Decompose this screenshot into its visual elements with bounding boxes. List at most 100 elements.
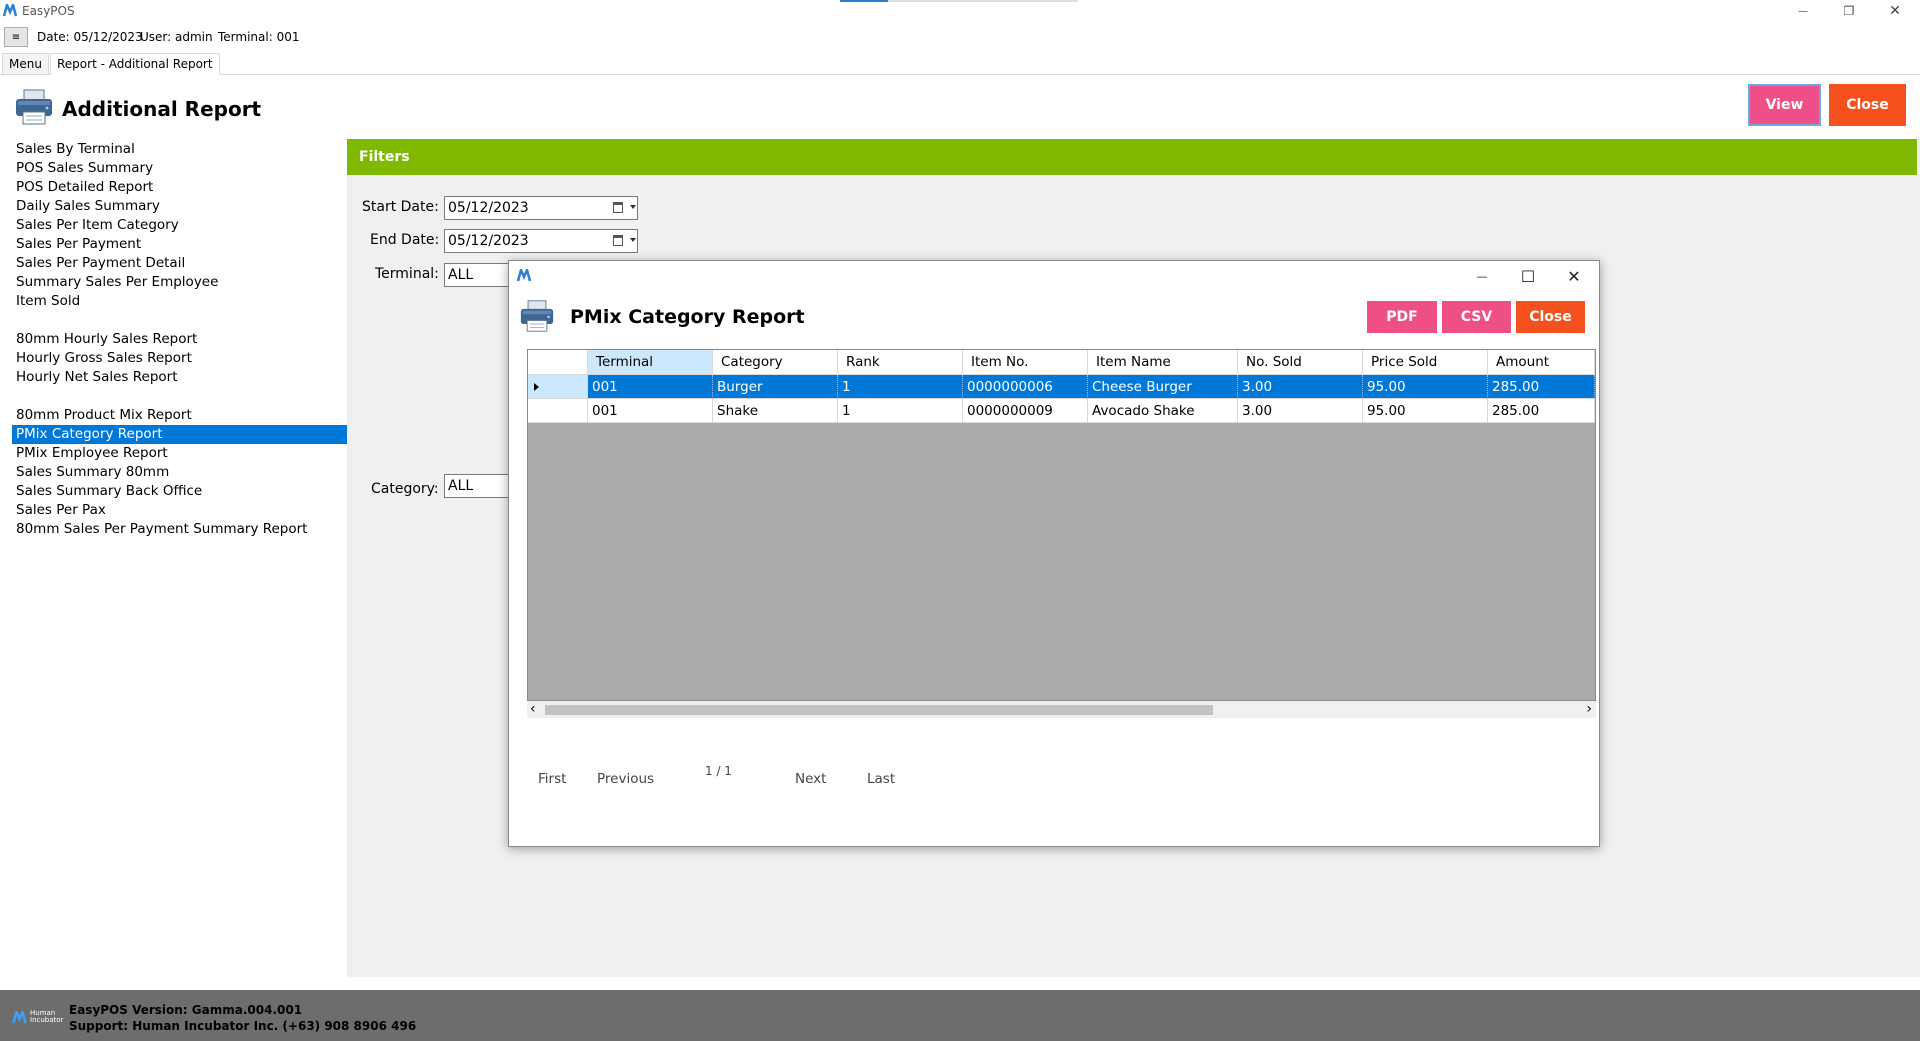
dialog-minimize-button[interactable]: —	[1459, 261, 1505, 291]
pager-previous[interactable]: Previous	[597, 771, 654, 787]
start-date-label: Start Date:	[362, 199, 439, 215]
cell-rank[interactable]: 1	[838, 399, 963, 423]
hamburger-icon: ≡	[11, 31, 21, 43]
dialog-close-action-button[interactable]: Close	[1516, 301, 1585, 333]
printer-icon	[16, 89, 52, 125]
report-item-sales-per-payment[interactable]: Sales Per Payment	[12, 235, 347, 254]
column-header-category[interactable]: Category	[713, 350, 838, 375]
close-icon: ✕	[1567, 266, 1581, 286]
scroll-left-icon[interactable]: ‹	[530, 701, 536, 717]
start-date-picker[interactable]: 05/12/2023	[444, 196, 638, 220]
menu-toggle-button[interactable]: ≡	[4, 27, 28, 47]
row-header[interactable]	[528, 399, 588, 423]
report-item-pos-detailed-report[interactable]: POS Detailed Report	[12, 178, 347, 197]
report-item-sales-per-item-category[interactable]: Sales Per Item Category	[12, 216, 347, 235]
minimize-icon: —	[1476, 269, 1488, 283]
pmix-category-report-dialog: — ☐ ✕ PMix Category Report PDF CSV Close…	[508, 260, 1600, 847]
report-item-sales-per-payment-detail[interactable]: Sales Per Payment Detail	[12, 254, 347, 273]
dialog-maximize-button[interactable]: ☐	[1505, 261, 1551, 291]
logo-text-line-2: Incubator	[30, 1016, 64, 1024]
pager-first[interactable]: First	[538, 771, 566, 787]
horizontal-scrollbar[interactable]: ‹ ›	[527, 701, 1596, 718]
report-item-summary-sales-per-employee[interactable]: Summary Sales Per Employee	[12, 273, 347, 292]
cell-category[interactable]: Burger	[713, 375, 838, 399]
cell-rank[interactable]: 1	[838, 375, 963, 399]
cell-terminal[interactable]: 001	[588, 399, 713, 423]
column-header-price-sold[interactable]: Price Sold	[1363, 350, 1488, 375]
pager-page-indicator: 1 / 1	[705, 764, 732, 778]
report-item-sales-by-terminal[interactable]: Sales By Terminal	[12, 140, 347, 159]
cell-price-sold[interactable]: 95.00	[1363, 399, 1488, 423]
pager-last[interactable]: Last	[867, 771, 895, 787]
report-item-sales-per-pax[interactable]: Sales Per Pax	[12, 501, 347, 520]
cell-item-no[interactable]: 0000000009	[963, 399, 1088, 423]
cell-amount[interactable]: 285.00	[1488, 375, 1595, 399]
cell-amount[interactable]: 285.00	[1488, 399, 1595, 423]
calendar-icon	[613, 202, 623, 213]
report-item-80mm-sales-per-payment-summary[interactable]: 80mm Sales Per Payment Summary Report	[12, 520, 347, 539]
terminal-value: ALL	[448, 267, 474, 283]
close-icon: ✕	[1889, 3, 1901, 19]
report-item-hourly-gross-sales[interactable]: Hourly Gross Sales Report	[12, 349, 347, 368]
restore-icon: ❐	[1843, 4, 1855, 18]
start-date-value: 05/12/2023	[448, 200, 529, 216]
chevron-down-icon	[630, 205, 636, 209]
category-label: Category:	[371, 481, 439, 497]
cell-item-name[interactable]: Avocado Shake	[1088, 399, 1238, 423]
easypos-logo-icon	[3, 4, 17, 17]
category-select[interactable]: ALL	[444, 474, 514, 498]
chevron-down-icon	[630, 238, 636, 242]
report-item-pmix-employee[interactable]: PMix Employee Report	[12, 444, 347, 463]
cell-price-sold[interactable]: 95.00	[1363, 375, 1488, 399]
progress-fill	[840, 0, 888, 2]
easypos-logo-icon	[517, 269, 531, 282]
report-item-daily-sales-summary[interactable]: Daily Sales Summary	[12, 197, 347, 216]
column-header-item-name[interactable]: Item Name	[1088, 350, 1238, 375]
cell-item-no[interactable]: 0000000006	[963, 375, 1088, 399]
filters-header: Filters	[347, 139, 1917, 175]
scrollbar-thumb[interactable]	[545, 705, 1213, 715]
close-button[interactable]: Close	[1829, 84, 1906, 126]
terminal-select[interactable]: ALL	[444, 263, 514, 287]
dialog-close-button[interactable]: ✕	[1551, 261, 1597, 291]
column-header-rank[interactable]: Rank	[838, 350, 963, 375]
row-header[interactable]	[528, 375, 588, 399]
end-date-picker[interactable]: 05/12/2023	[444, 229, 638, 253]
session-user: User: admin	[140, 30, 213, 44]
cell-no-sold[interactable]: 3.00	[1238, 375, 1363, 399]
pdf-export-button[interactable]: PDF	[1367, 301, 1437, 333]
restore-button[interactable]: ❐	[1826, 0, 1872, 22]
cell-no-sold[interactable]: 3.00	[1238, 399, 1363, 423]
column-header-no-sold[interactable]: No. Sold	[1238, 350, 1363, 375]
scroll-right-icon[interactable]: ›	[1586, 701, 1592, 717]
csv-export-button[interactable]: CSV	[1442, 301, 1511, 333]
report-data-grid[interactable]: Terminal Category Rank Item No. Item Nam…	[527, 349, 1596, 701]
dialog-title: PMix Category Report	[570, 306, 805, 328]
view-button[interactable]: View	[1748, 84, 1821, 126]
cell-category[interactable]: Shake	[713, 399, 838, 423]
report-item-pos-sales-summary[interactable]: POS Sales Summary	[12, 159, 347, 178]
report-item-item-sold[interactable]: Item Sold	[12, 292, 347, 311]
current-row-arrow-icon	[534, 383, 539, 391]
report-item-80mm-hourly-sales[interactable]: 80mm Hourly Sales Report	[12, 330, 347, 349]
column-header-amount[interactable]: Amount	[1488, 350, 1595, 375]
column-header-item-no[interactable]: Item No.	[963, 350, 1088, 375]
end-date-value: 05/12/2023	[448, 233, 529, 249]
cell-item-name[interactable]: Cheese Burger	[1088, 375, 1238, 399]
pager-next[interactable]: Next	[795, 771, 826, 787]
cell-terminal[interactable]: 001	[588, 375, 713, 399]
report-item-hourly-net-sales[interactable]: Hourly Net Sales Report	[12, 368, 347, 387]
grid-corner-header	[528, 350, 588, 375]
column-header-terminal[interactable]: Terminal	[588, 350, 713, 375]
report-item-pmix-category[interactable]: PMix Category Report	[12, 425, 347, 444]
loading-progress-bar	[840, 0, 1078, 2]
minimize-button[interactable]: —	[1780, 0, 1826, 22]
tab-additional-report[interactable]: Report - Additional Report	[50, 53, 220, 75]
window-close-button[interactable]: ✕	[1872, 0, 1918, 22]
report-item-sales-summary-back-office[interactable]: Sales Summary Back Office	[12, 482, 347, 501]
report-item-sales-summary-80mm[interactable]: Sales Summary 80mm	[12, 463, 347, 482]
calendar-icon	[613, 235, 623, 246]
tab-menu[interactable]: Menu	[2, 53, 49, 75]
category-value: ALL	[448, 478, 474, 494]
report-item-80mm-product-mix[interactable]: 80mm Product Mix Report	[12, 406, 347, 425]
